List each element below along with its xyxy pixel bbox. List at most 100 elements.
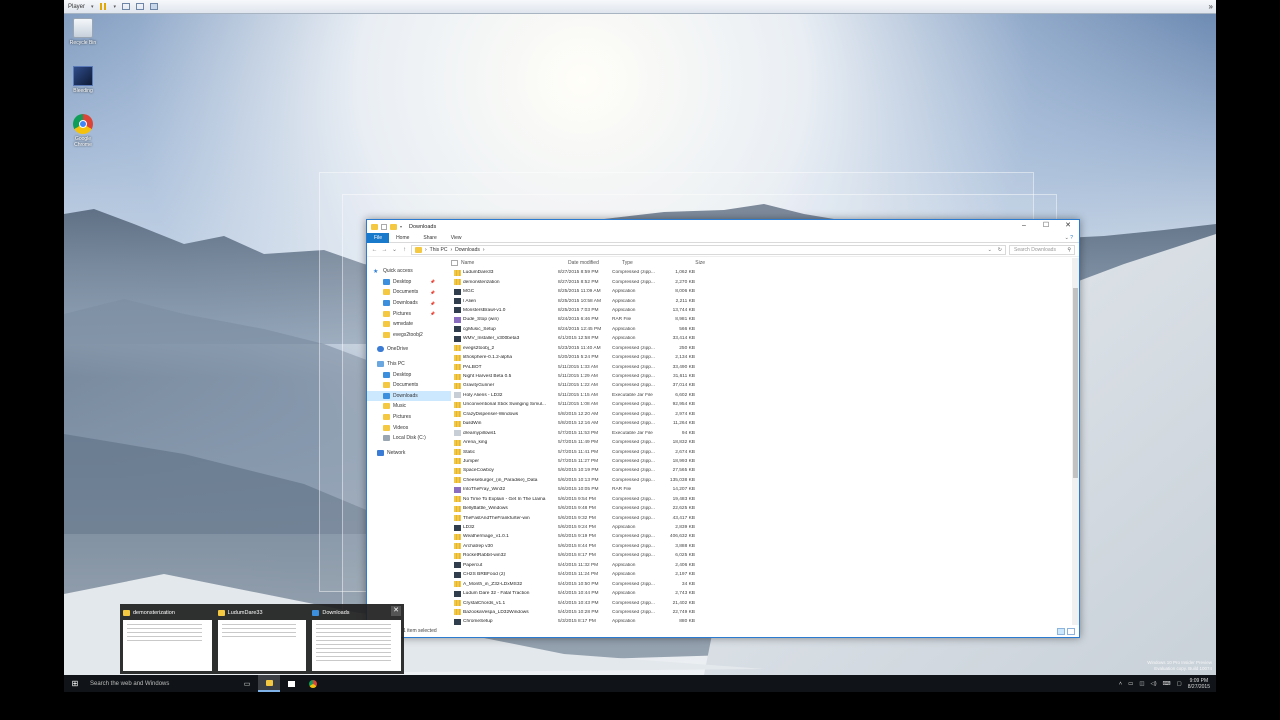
- file-row[interactable]: Papercut 5/4/2015 11:32 PM Application 2,40…: [451, 561, 1079, 570]
- search-box[interactable]: Search Downloads ⚲: [1009, 244, 1075, 255]
- nav-network[interactable]: Network: [367, 448, 451, 459]
- thumbnail-window-active[interactable]: Downloads: [312, 607, 402, 671]
- file-row[interactable]: buildWin 5/8/2015 12:16 AM Compressed (zip…: [451, 419, 1079, 428]
- scrollbar-thumb[interactable]: [1073, 288, 1078, 478]
- thumbnail-window[interactable]: demonsterization: [123, 607, 212, 671]
- file-row[interactable]: No Time To Explain - Get In The Llama 5/6…: [451, 495, 1079, 504]
- file-row[interactable]: BellyBattle_Windows 5/6/2015 9:48 PM Compr…: [451, 504, 1079, 513]
- nav-desktop[interactable]: Desktop: [367, 369, 451, 380]
- taskbar-search[interactable]: Search the web and Windows: [86, 681, 236, 687]
- refresh-icon[interactable]: ↻: [995, 247, 1005, 253]
- nav-downloads[interactable]: Downloads: [367, 390, 451, 402]
- back-icon[interactable]: ←: [371, 247, 378, 253]
- large-icons-view-icon[interactable]: [1067, 627, 1075, 635]
- file-row[interactable]: Cheeseburger_(in_Paradise)_Data 5/6/2015 …: [451, 476, 1079, 485]
- file-row[interactable]: TheFastAndTheFrankfurter-win 5/6/2015 9:3…: [451, 513, 1079, 522]
- nav-pictures[interactable]: Pictures: [367, 412, 451, 423]
- tab-share[interactable]: Share: [416, 233, 443, 243]
- tab-view[interactable]: View: [444, 233, 469, 243]
- file-row[interactable]: Static 5/7/2015 11:41 PM Compressed (zipp.…: [451, 447, 1079, 456]
- column-size[interactable]: Size: [675, 260, 709, 266]
- desktop-icon-app[interactable]: Bleeding: [66, 66, 100, 94]
- file-row[interactable]: Night Harvest Beta 0.5 5/11/2015 1:29 AM C…: [451, 372, 1079, 381]
- properties-icon[interactable]: [381, 223, 387, 230]
- details-view-icon[interactable]: [1057, 627, 1065, 635]
- file-row[interactable]: MGC 8/25/2015 11:09 AM Application 8,006 KB: [451, 287, 1079, 296]
- desktop-icon-google-chrome[interactable]: Google Chrome: [66, 114, 100, 148]
- nav-downloads-pinned[interactable]: Downloads 📌: [367, 298, 451, 309]
- chevron-up-icon[interactable]: ˄: [1119, 681, 1122, 687]
- file-row[interactable]: BazookaVespa_LD32Windows 5/4/2015 10:28 P…: [451, 608, 1079, 617]
- nav-desktop-pinned[interactable]: Desktop 📌: [367, 277, 451, 288]
- file-row[interactable]: Jumper 5/7/2015 11:27 PM Compressed (zipp.…: [451, 457, 1079, 466]
- maximize-button[interactable]: ☐: [1035, 220, 1057, 231]
- chevron-down-icon[interactable]: ▾: [114, 4, 117, 10]
- fullscreen-icon[interactable]: [150, 3, 159, 10]
- file-row[interactable]: I Alien 8/25/2015 10:58 AM Application 2,21…: [451, 296, 1079, 305]
- file-row[interactable]: cgMusic_Setup 8/24/2015 12:45 PM Applicati…: [451, 325, 1079, 334]
- file-row[interactable]: Unconventional Stick Swinging Simul... 5/…: [451, 400, 1079, 409]
- file-row[interactable]: Archatrep v30 5/6/2015 8:44 PM Compressed …: [451, 542, 1079, 551]
- column-name[interactable]: Name: [458, 260, 568, 266]
- file-row[interactable]: Arena_king 5/7/2015 11:49 PM Compressed (z…: [451, 438, 1079, 447]
- close-icon[interactable]: »: [1209, 2, 1213, 11]
- file-row[interactable]: Holy Aliens - LD32 5/11/2015 1:15 AM Execu…: [451, 391, 1079, 400]
- file-row[interactable]: IntoTheFray_Win32 5/6/2015 10:05 PM RAR Fi…: [451, 485, 1079, 494]
- file-row[interactable]: LudumDare33 8/27/2015 8:59 PM Compressed (…: [451, 268, 1079, 277]
- nav-music[interactable]: Music: [367, 401, 451, 412]
- nav-local-disk[interactable]: Local Disk (C:): [367, 433, 451, 444]
- file-row[interactable]: demonsterization 8/27/2015 8:52 PM Compres…: [451, 277, 1079, 286]
- pause-icon[interactable]: [99, 3, 108, 10]
- close-button[interactable]: ✕: [1057, 220, 1079, 231]
- file-row[interactable]: RocketRabbit-win32 5/6/2015 8:17 PM Compre…: [451, 551, 1079, 560]
- nav-this-pc[interactable]: This PC: [367, 359, 451, 370]
- file-row[interactable]: SpaceCowboy 5/6/2015 10:19 PM Compressed (…: [451, 466, 1079, 475]
- file-row[interactable]: lithosphere-0.1.2-alpha 5/20/2015 5:24 PM…: [451, 353, 1079, 362]
- column-date[interactable]: Date modified: [568, 260, 622, 266]
- file-row[interactable]: PALBOT 5/11/2015 1:33 AM Compressed (zipp.…: [451, 362, 1079, 371]
- player-menu[interactable]: Player: [68, 4, 85, 10]
- tab-home[interactable]: Home: [389, 233, 416, 243]
- start-button[interactable]: ⊞: [64, 675, 86, 692]
- file-row[interactable]: GravityGunner 5/11/2015 1:22 AM Compressed…: [451, 381, 1079, 390]
- minimize-button[interactable]: –: [1013, 220, 1035, 231]
- file-row[interactable]: CH2S BRBFood (2) 5/4/2015 11:24 PM Applica…: [451, 570, 1079, 579]
- up-icon[interactable]: ↑: [401, 247, 408, 253]
- title-bar[interactable]: ▾ Downloads – ☐ ✕: [367, 220, 1079, 233]
- select-all-checkbox[interactable]: [451, 260, 458, 266]
- fit-window-icon[interactable]: [136, 3, 145, 10]
- chevron-down-icon[interactable]: ⌄: [988, 247, 992, 253]
- chevron-down-icon[interactable]: ⌄: [391, 246, 398, 253]
- network-icon[interactable]: ◫: [1139, 681, 1144, 687]
- volume-icon[interactable]: ◁): [1151, 681, 1157, 687]
- notification-icon[interactable]: ▭: [1128, 681, 1133, 687]
- breadcrumb-this-pc[interactable]: This PC: [430, 247, 448, 253]
- task-view-button[interactable]: ▭: [236, 675, 258, 692]
- file-row[interactable]: evegs2toobj_2 5/23/2015 11:40 AM Compresse…: [451, 344, 1079, 353]
- nav-quick-access[interactable]: ★ Quick access: [367, 266, 451, 277]
- address-bar[interactable]: › This PC › Downloads › ⌄ ↻: [411, 244, 1006, 255]
- breadcrumb-downloads[interactable]: Downloads: [455, 247, 480, 253]
- keyboard-icon[interactable]: ⌨: [1163, 681, 1171, 687]
- file-row[interactable]: LD32 5/6/2015 9:24 PM Application 2,839 KB: [451, 523, 1079, 532]
- file-explorer-taskbar-button[interactable]: [258, 675, 280, 692]
- file-row[interactable]: CrazyDispenser-Windows 5/8/2015 12:20 AM C…: [451, 410, 1079, 419]
- nav-recent-folder[interactable]: evegs2toobj2: [367, 330, 451, 341]
- nav-recent-folder[interactable]: wmvdate: [367, 319, 451, 330]
- column-type[interactable]: Type: [622, 260, 675, 266]
- file-row[interactable]: A_Month_in_Z32-LDxMS32 5/4/2015 10:50 PM C…: [451, 579, 1079, 588]
- file-row[interactable]: WMV_Installer_v300beta3 6/1/2015 12:58 PM…: [451, 334, 1079, 343]
- tab-file[interactable]: File: [367, 232, 390, 243]
- nav-videos[interactable]: Videos: [367, 422, 451, 433]
- clock[interactable]: 9:09 PM 8/27/2015: [1188, 678, 1210, 690]
- action-center-icon[interactable]: ▢: [1177, 681, 1182, 687]
- chrome-taskbar-button[interactable]: [302, 675, 324, 692]
- file-row[interactable]: MonstersBrawl-v1.0 8/25/2015 7:03 PM Appli…: [451, 306, 1079, 315]
- file-row[interactable]: Ludum Dare 32 - Fatal Traction 5/4/2015 1…: [451, 589, 1079, 598]
- store-taskbar-button[interactable]: [280, 675, 302, 692]
- nav-onedrive[interactable]: OneDrive: [367, 344, 451, 355]
- vertical-scrollbar[interactable]: [1072, 258, 1079, 625]
- expand-ribbon-icon[interactable]: ⌄ ?: [1065, 235, 1079, 241]
- nav-pictures-pinned[interactable]: Pictures 📌: [367, 308, 451, 319]
- nav-documents-pinned[interactable]: Documents 📌: [367, 287, 451, 298]
